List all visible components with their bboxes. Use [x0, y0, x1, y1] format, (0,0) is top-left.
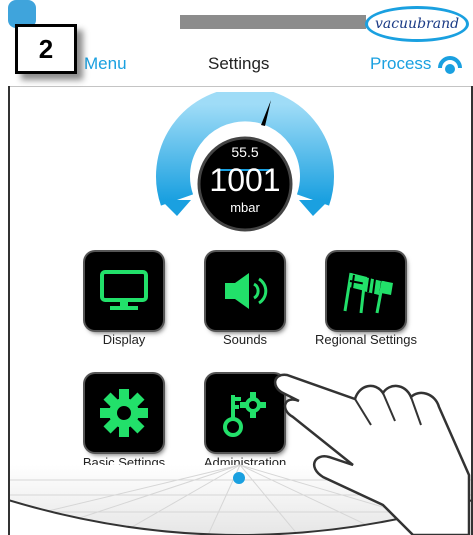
- menu-button[interactable]: Menu: [84, 54, 127, 74]
- regional-settings-tile[interactable]: [327, 252, 405, 330]
- top-bar: vacuubrand: [8, 0, 473, 44]
- display-tile[interactable]: [85, 252, 163, 330]
- pressure-gauge[interactable]: 55.5 1001 mbar: [155, 87, 335, 242]
- regional-settings-label: Regional Settings: [315, 332, 417, 347]
- display-label: Display: [102, 332, 146, 347]
- page-title: Settings: [208, 54, 270, 73]
- speaker-icon: [225, 273, 268, 309]
- step-number-badge: 2: [15, 24, 77, 74]
- process-icon[interactable]: [438, 56, 462, 76]
- sounds-label: Sounds: [222, 332, 268, 347]
- gear-icon: [100, 389, 148, 437]
- flags-icon: [343, 272, 393, 314]
- gauge-value: 1001: [209, 162, 281, 198]
- monitor-icon: [100, 270, 148, 310]
- brand-logo: vacuubrand: [365, 6, 469, 42]
- sounds-tile[interactable]: [206, 252, 284, 330]
- process-button[interactable]: Process: [370, 54, 431, 74]
- hand-pointer-icon: [274, 373, 471, 535]
- nav-bar: Menu Settings Process: [8, 44, 473, 87]
- left-bezel: [8, 86, 10, 535]
- device-screen: vacuubrand Menu Settings Process 55.5 10…: [8, 0, 473, 535]
- page-indicator-dot[interactable]: [233, 472, 245, 484]
- gauge-unit: mbar: [230, 200, 260, 215]
- status-bar: [180, 15, 366, 29]
- gauge-setpoint: 55.5: [231, 144, 259, 160]
